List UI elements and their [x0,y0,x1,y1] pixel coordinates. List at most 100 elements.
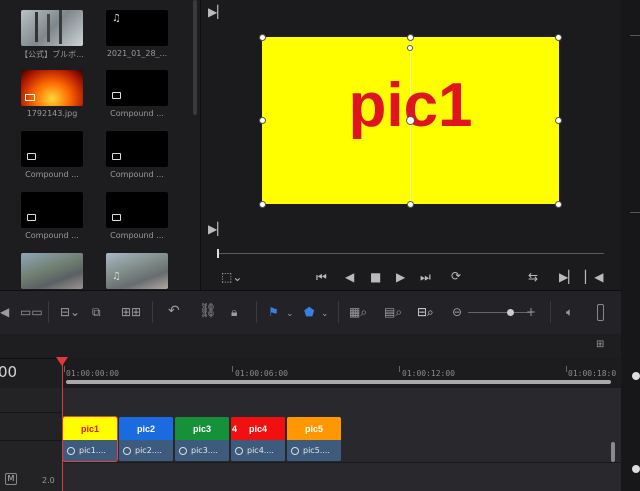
clip-thumbnail [21,192,83,228]
rotation-handle[interactable] [407,45,413,51]
clip-title: pic5 [287,417,341,440]
panel-knob[interactable] [632,465,640,473]
clip-thumbnail [106,192,168,228]
edit-toolbar: ◀ ▭▭ ⊟⌄ ⧉ ⊞⊞ ↶ ⛓ 🔒︎ ⚑ ⌄ ⬟ ⌄ ▦⌕ ▤⌕ ⊟⌕ ⊖ +… [0,290,621,335]
media-clip[interactable]: 【公式】ブルボ... [20,10,84,62]
timeline-clip[interactable]: pic2 pic2.... [119,417,173,461]
jump-to-end-icon[interactable]: ⏭ [420,271,431,283]
marker-icon[interactable]: ⬟ [304,306,314,318]
transform-handle[interactable] [407,34,414,41]
zoom-detail-icon[interactable]: ▤⌕ [384,306,402,318]
timeline-header: ⊞ [0,334,621,359]
media-clip[interactable]: Compound ... [106,131,168,183]
blade-overwrite-icon[interactable]: ▭▭ [20,306,43,318]
anchor-handle[interactable] [406,116,415,125]
panel-knob[interactable] [632,372,640,380]
zoom-in-icon[interactable]: + [526,306,536,318]
timeline-options-icon[interactable]: ⊞ [596,339,604,350]
ruler-label: 01:00:12:00 [402,369,455,378]
transform-handle[interactable] [259,34,266,41]
clip-name: 【公式】ブルボ... [20,50,84,59]
next-frame-icon[interactable]: ▶▏ [559,271,577,283]
track-divider [62,462,621,463]
clip-name: 1792143.jpg [26,109,78,118]
speed-icon [235,446,243,455]
media-clip[interactable]: Compound ... [21,192,83,244]
prev-edit-icon[interactable]: ▶▏ [208,6,226,18]
clip-label: pic2.... [135,446,162,455]
media-clip[interactable]: 1792143.jpg [21,70,83,122]
speed-icon [291,446,299,455]
clip-title: pic2 [119,417,173,440]
scrubber-playhead[interactable] [217,249,219,258]
media-clip[interactable]: ♫ 2021_01_28_... [106,10,168,62]
replace-clip-icon[interactable]: ⊞⊞ [121,306,141,318]
timeline-playhead[interactable] [62,358,63,491]
music-note-icon: ♫ [112,271,121,282]
transform-handle[interactable] [555,34,562,41]
media-pool: 【公式】ブルボ... ♫ 2021_01_28_... 1792143.jpg … [0,0,200,290]
position-lock-icon[interactable]: 🔒︎ [231,306,237,318]
clip-thumbnail: ♫ [106,10,168,46]
linked-selection-icon[interactable]: ⛓ [199,304,217,318]
timeline-clip[interactable]: pic3 pic3.... [175,417,229,461]
play-icon[interactable]: ▶ [396,271,405,283]
media-clip[interactable]: Compound ... [21,131,83,183]
stop-icon[interactable]: ■ [370,271,381,283]
image-icon [25,94,35,101]
snapping-icon[interactable]: ↶ [168,304,180,318]
play-reverse-icon[interactable]: ◀ [345,271,354,283]
match-frame-icon[interactable]: ⇆ [528,271,538,283]
flag-dropdown-icon[interactable]: ⌄ [286,308,294,320]
clip-name: Compound ... [110,109,164,118]
zoom-full-icon[interactable]: ▦⌕ [349,306,367,318]
timeline-scrollbar[interactable] [611,442,615,462]
zoom-custom-icon[interactable]: ⊟⌕ [417,306,434,318]
canvas-title-text: pic1 [348,71,473,140]
media-clip[interactable]: Compound ... [106,192,168,244]
prev-frame-icon[interactable]: ▏◀ [585,271,603,283]
mute-button[interactable]: M [5,473,17,485]
compound-clip-icon [27,214,36,221]
panel-divider [630,212,640,213]
timeline-clip[interactable]: 4 pic4 pic4.... [231,417,285,461]
zoom-out-icon[interactable]: ⊖ [452,306,462,318]
playhead-handle[interactable] [56,357,68,366]
audio-meter-icon[interactable] [597,304,604,321]
volume-icon[interactable]: 🔈︎ [566,306,573,318]
timeline-range-bar[interactable] [66,380,611,384]
jump-to-start-icon[interactable]: ⏮ [316,271,327,283]
timeline-clip[interactable]: pic5 pic5.... [287,417,341,461]
media-clip[interactable]: Compound ... [106,70,168,122]
right-panel-edge [621,0,640,491]
loop-icon[interactable]: ⟳ [451,270,461,282]
insert-clip-icon[interactable]: ⊟⌄ [60,306,80,318]
clip-thumbnail [21,10,83,46]
clip-label: pic5.... [303,446,330,455]
transform-handle[interactable] [407,201,414,208]
compound-clip-icon [112,153,121,160]
transform-handle[interactable] [555,117,562,124]
clip-name: Compound ... [110,231,164,240]
speed-icon [67,446,75,455]
trim-mode-icon[interactable]: ◀ [0,306,9,318]
media-pool-scrollbar[interactable] [193,0,197,115]
clip-thumbnail [21,131,83,167]
flag-icon[interactable]: ⚑ [268,306,279,318]
overwrite-clip-icon[interactable]: ⧉ [92,306,101,318]
zoom-slider-thumb[interactable] [507,309,514,316]
media-clip[interactable] [21,253,83,290]
zoom-slider-track[interactable] [468,312,530,313]
media-clip[interactable]: ♫ [106,253,168,290]
clip-title: pic4 [248,423,267,434]
transform-handle[interactable] [259,117,266,124]
marker-dropdown-icon[interactable]: ⌄ [321,308,329,320]
transform-handle[interactable] [259,201,266,208]
viewer-scrubber[interactable] [218,253,604,254]
transform-handle[interactable] [555,201,562,208]
track-volume: 2.0 [42,476,55,485]
timeline-clip[interactable]: pic1 pic1.... [62,416,118,462]
clip-label: pic3.... [191,446,218,455]
next-edit-icon[interactable]: ▶▏ [208,223,226,235]
transform-mode-icon[interactable]: ⬚⌄ [221,271,242,283]
